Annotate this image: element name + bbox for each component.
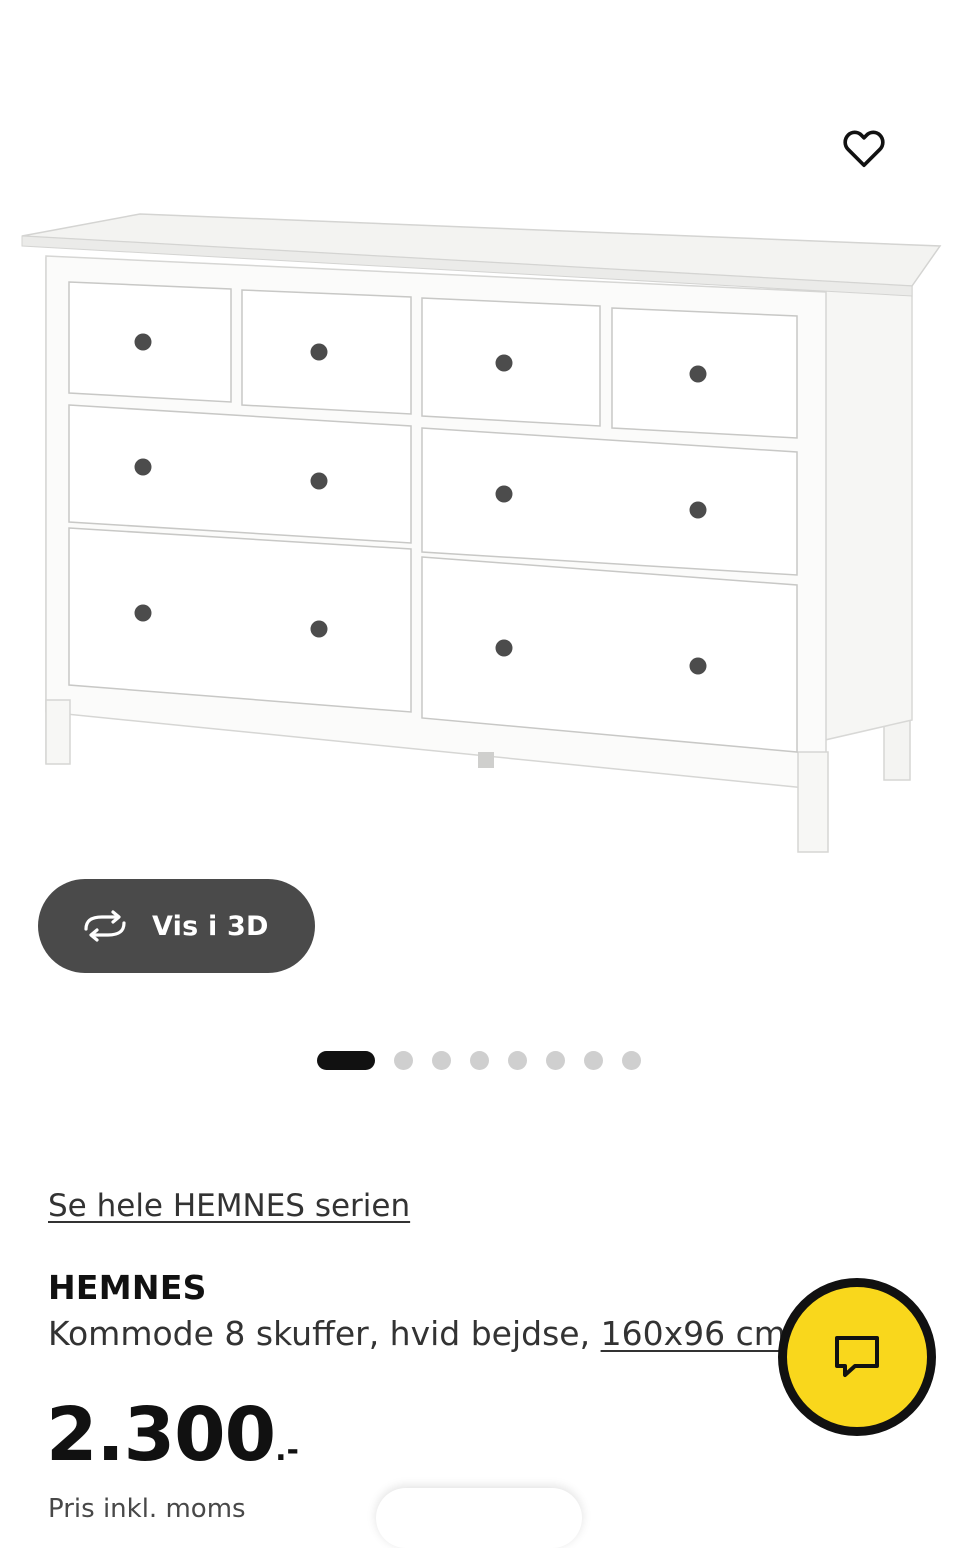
price-suffix: .- — [275, 1433, 299, 1468]
price-note: Pris inkl. moms — [48, 1494, 246, 1524]
gallery-dot[interactable] — [470, 1051, 489, 1070]
price: 2.300 .- — [46, 1392, 299, 1478]
heart-outline-icon — [843, 130, 885, 168]
gallery-dot[interactable] — [546, 1051, 565, 1070]
chat-bubble-icon — [835, 1336, 879, 1377]
view-3d-button[interactable]: Vis i 3D — [38, 879, 315, 973]
product-name: HEMNES — [48, 1268, 207, 1307]
size-link[interactable]: 160x96 cm — [601, 1314, 786, 1353]
gallery-dot[interactable] — [584, 1051, 603, 1070]
product-description: Kommode 8 skuffer, hvid bejdse, 160x96 c… — [48, 1314, 808, 1353]
view-3d-label: Vis i 3D — [152, 910, 269, 942]
product-image[interactable] — [0, 200, 960, 880]
gallery-dot[interactable] — [508, 1051, 527, 1070]
rotate-arrows-icon — [84, 910, 126, 942]
bottom-floating-button[interactable] — [376, 1488, 582, 1548]
wishlist-button[interactable] — [834, 120, 894, 176]
product-description-text: Kommode 8 skuffer, hvid bejdse, — [48, 1314, 601, 1353]
dresser-illustration — [21, 213, 942, 853]
series-link[interactable]: Se hele HEMNES serien — [48, 1188, 410, 1224]
price-amount: 2.300 — [46, 1392, 276, 1478]
gallery-dot-active[interactable] — [317, 1051, 375, 1070]
chat-button[interactable] — [778, 1278, 936, 1436]
gallery-pagination — [0, 1050, 960, 1072]
gallery-dot[interactable] — [394, 1051, 413, 1070]
gallery-dot[interactable] — [622, 1051, 641, 1070]
gallery-dot[interactable] — [432, 1051, 451, 1070]
